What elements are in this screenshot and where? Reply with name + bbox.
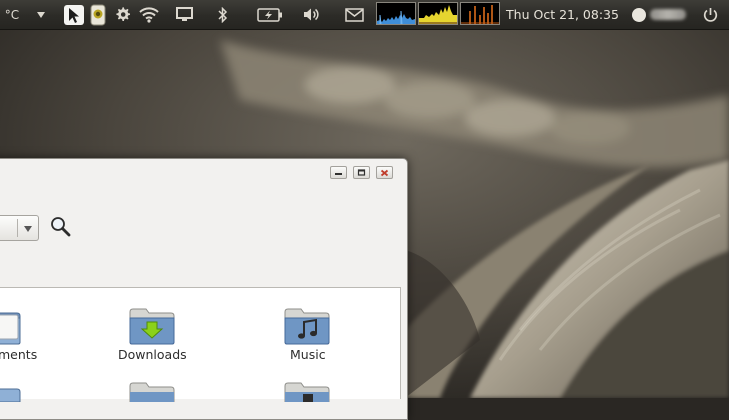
minimize-icon — [335, 173, 342, 175]
cursor-app-icon[interactable] — [62, 0, 86, 29]
folder-row2-item1[interactable] — [0, 382, 22, 406]
temperature-indicator[interactable]: °C — [2, 0, 22, 29]
top-panel: °C Thu Oct 21, 08:35 — [0, 0, 729, 30]
battery-indicator-app-icon[interactable] — [88, 0, 108, 29]
memory-load-graph[interactable] — [418, 2, 458, 25]
documents-folder-icon — [0, 312, 21, 345]
file-view: ments Downloads Music — [0, 287, 401, 403]
battery-icon[interactable] — [256, 0, 284, 29]
maximize-button[interactable] — [353, 166, 370, 179]
network-load-graph[interactable] — [460, 2, 500, 25]
maximize-icon — [357, 169, 366, 176]
folder-music[interactable] — [283, 306, 331, 350]
folder-downloads[interactable] — [128, 306, 176, 350]
location-dropdown[interactable] — [0, 215, 39, 241]
display-icon[interactable] — [174, 0, 194, 29]
folder-documents[interactable] — [0, 306, 22, 350]
mail-icon[interactable] — [343, 0, 365, 29]
search-button[interactable] — [48, 214, 74, 240]
folder-row2-item3[interactable] — [283, 380, 331, 406]
bluetooth-icon[interactable] — [215, 0, 231, 29]
user-status-icon[interactable] — [630, 0, 648, 29]
chevron-down-icon — [24, 226, 32, 232]
folder-label-documents: ments — [0, 347, 38, 362]
cpu-load-graph[interactable] — [376, 2, 416, 25]
power-icon[interactable] — [700, 0, 720, 29]
minimize-button[interactable] — [330, 166, 347, 179]
close-icon — [380, 169, 389, 176]
gear-icon[interactable] — [112, 0, 132, 29]
dropdown-arrow-icon[interactable] — [33, 0, 49, 29]
temperature-unit: °C — [4, 7, 20, 22]
search-icon — [51, 217, 71, 237]
clock-text: Thu Oct 21, 08:35 — [506, 7, 619, 22]
folder-label-downloads: Downloads — [118, 347, 187, 362]
user-name-blurred[interactable] — [649, 0, 687, 29]
folder-label-music: Music — [290, 347, 326, 362]
downloads-folder-icon — [129, 308, 175, 345]
clock[interactable]: Thu Oct 21, 08:35 — [505, 0, 620, 29]
folder-row2-item2[interactable] — [128, 380, 176, 406]
wifi-icon[interactable] — [138, 0, 160, 29]
music-folder-icon — [284, 308, 330, 345]
close-button[interactable] — [376, 166, 393, 179]
volume-icon[interactable] — [301, 0, 323, 29]
